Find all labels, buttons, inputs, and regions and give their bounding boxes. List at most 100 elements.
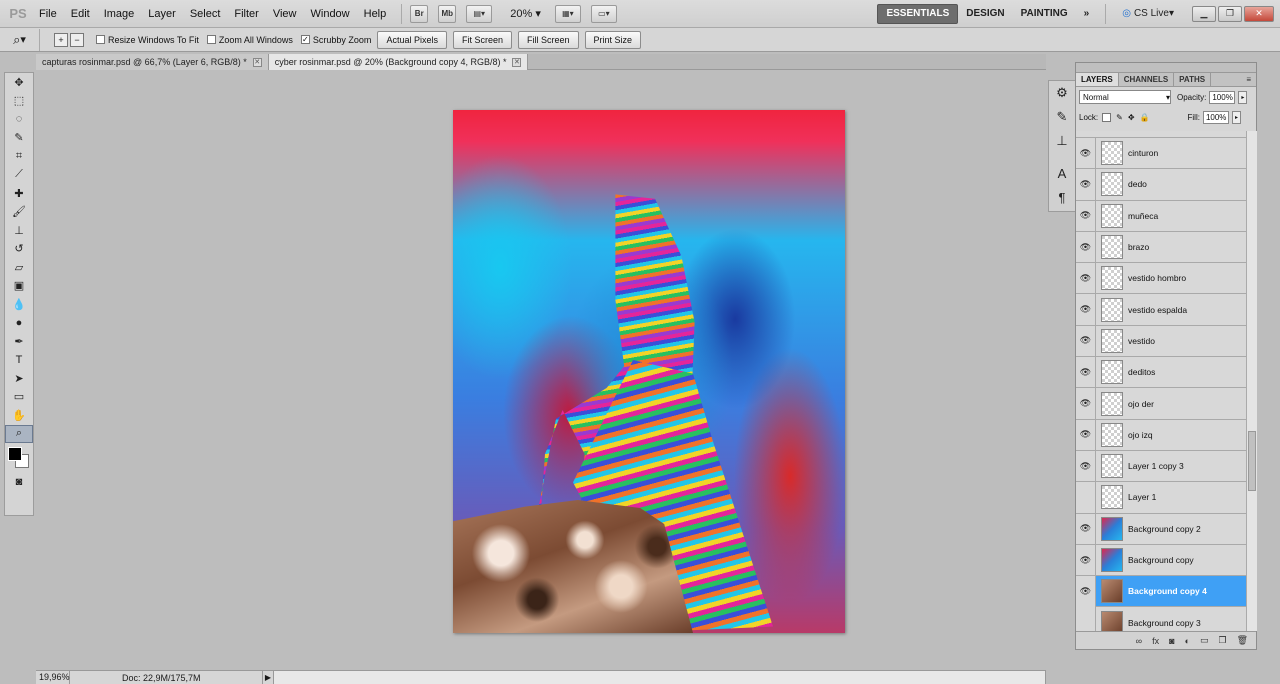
eraser-tool-icon[interactable]: ▱ xyxy=(5,258,33,277)
layer-row[interactable]: 👁 vestido hombro xyxy=(1076,262,1246,295)
foreground-color-swatch[interactable] xyxy=(8,447,22,461)
close-tab-icon[interactable]: ✕ xyxy=(252,57,262,67)
blend-mode-select[interactable]: Normal ▾ xyxy=(1079,90,1171,104)
minibridge-button[interactable]: Mb xyxy=(438,4,457,23)
pen-tool-icon[interactable]: ✒ xyxy=(5,332,33,351)
new-layer-icon[interactable]: ❐ xyxy=(1218,635,1226,646)
tab-capturas[interactable]: capturas rosinmar.psd @ 66,7% (Layer 6, … xyxy=(36,54,269,70)
close-tab-icon[interactable]: ✕ xyxy=(512,57,522,67)
horizontal-scrollbar[interactable] xyxy=(274,671,1046,684)
fit-screen-button[interactable]: Fit Screen xyxy=(452,30,512,49)
eye-icon[interactable]: 👁 xyxy=(1076,294,1096,326)
opacity-slider-arrow-icon[interactable]: ▸ xyxy=(1238,90,1248,104)
layer-row[interactable]: 👁 brazo xyxy=(1076,231,1246,264)
menu-help[interactable]: Help xyxy=(357,0,394,28)
actual-pixels-button[interactable]: Actual Pixels xyxy=(377,30,447,49)
document-canvas[interactable] xyxy=(453,110,845,633)
rectangle-tool-icon[interactable]: ▭ xyxy=(5,388,33,407)
menu-layer[interactable]: Layer xyxy=(141,0,183,28)
layer-style-icon[interactable]: fx xyxy=(1152,636,1159,646)
menu-view[interactable]: View xyxy=(266,0,304,28)
paragraph-panel-icon[interactable]: ¶ xyxy=(1049,185,1075,209)
layer-row[interactable]: 👁 Background copy 2 xyxy=(1076,513,1246,545)
workspace-more[interactable]: » xyxy=(1076,4,1098,24)
eye-icon[interactable]: 👁 xyxy=(1076,388,1096,420)
quick-selection-tool-icon[interactable]: ✎ xyxy=(5,129,33,148)
cs-live-button[interactable]: ◎ CS Live ▾ xyxy=(1114,4,1182,24)
lock-transparency-icon[interactable] xyxy=(1102,112,1112,122)
layer-row[interactable]: 👁 Layer 1 copy 3 xyxy=(1076,450,1246,483)
eye-icon[interactable]: 👁 xyxy=(1076,325,1096,357)
zoom-level-select[interactable]: 20% ▾ xyxy=(510,7,541,20)
marquee-tool-icon[interactable]: ⬚ xyxy=(5,92,33,111)
bridge-button[interactable]: Br xyxy=(410,4,429,23)
menu-window[interactable]: Window xyxy=(304,0,357,28)
type-tool-icon[interactable]: T xyxy=(5,351,33,370)
eye-icon[interactable]: 👁 xyxy=(1076,137,1096,169)
panel-menu-icon[interactable]: ≡ xyxy=(1241,73,1256,86)
eyedropper-tool-icon[interactable]: ⟋ xyxy=(5,166,33,185)
print-size-button[interactable]: Print Size xyxy=(584,30,642,49)
quick-mask-icon[interactable]: ◙ xyxy=(5,473,33,492)
layer-row[interactable]: 👁 cinturon xyxy=(1076,137,1246,170)
character-panel-icon[interactable]: A xyxy=(1049,161,1075,185)
layer-row[interactable]: 👁 deditos xyxy=(1076,356,1246,389)
menu-edit[interactable]: Edit xyxy=(64,0,97,28)
eye-icon[interactable]: 👁 xyxy=(1076,575,1096,607)
new-group-icon[interactable]: ▭ xyxy=(1200,635,1209,646)
restore-button[interactable]: ❐ xyxy=(1218,5,1242,22)
opacity-input[interactable]: 100% xyxy=(1209,90,1236,104)
menu-file[interactable]: File xyxy=(32,0,64,28)
link-layers-icon[interactable]: ∞ xyxy=(1136,636,1142,646)
tab-channels[interactable]: CHANNELS xyxy=(1119,73,1175,86)
eye-hidden-icon[interactable] xyxy=(1076,607,1096,631)
menu-filter[interactable]: Filter xyxy=(227,0,265,28)
fill-input[interactable]: 100% xyxy=(1202,110,1229,124)
canvas-area[interactable] xyxy=(36,70,1046,668)
add-mask-icon[interactable]: ◙ xyxy=(1169,636,1174,646)
layer-row[interactable]: 👁 ojo der xyxy=(1076,388,1246,420)
clone-source-icon[interactable]: ⊥ xyxy=(1049,129,1075,153)
menu-image[interactable]: Image xyxy=(97,0,142,28)
healing-brush-tool-icon[interactable]: ✚ xyxy=(5,184,33,203)
layer-row[interactable]: 👁 Background copy xyxy=(1076,544,1246,577)
tool-presets-icon[interactable]: ⚙ xyxy=(1049,81,1075,105)
layer-row[interactable]: 👁 vestido espalda xyxy=(1076,294,1246,326)
eye-icon[interactable]: 👁 xyxy=(1076,168,1096,200)
layer-row[interactable]: 👁 ojo izq xyxy=(1076,419,1246,451)
fill-slider-arrow-icon[interactable]: ▸ xyxy=(1231,110,1241,124)
status-zoom[interactable]: 19,96% xyxy=(36,671,70,684)
lock-pixels-icon[interactable]: ✎ xyxy=(1116,113,1123,122)
layer-row[interactable]: 👁 dedo xyxy=(1076,168,1246,201)
panel-header-bar[interactable] xyxy=(1076,63,1256,73)
eye-icon[interactable]: 👁 xyxy=(1076,200,1096,232)
screen-mode-button[interactable]: ▭▾ xyxy=(590,4,617,23)
tab-layers[interactable]: LAYERS xyxy=(1076,73,1119,86)
crop-tool-icon[interactable]: ⌗ xyxy=(5,147,33,166)
eye-icon[interactable]: 👁 xyxy=(1076,513,1096,545)
layers-scrollbar[interactable] xyxy=(1246,131,1257,631)
zoom-in-icon[interactable]: + xyxy=(54,32,68,47)
hand-tool-icon[interactable]: ✋ xyxy=(5,406,33,425)
eye-icon[interactable]: 👁 xyxy=(1076,231,1096,263)
clone-stamp-tool-icon[interactable]: ⊥ xyxy=(5,221,33,240)
path-selection-tool-icon[interactable]: ➤ xyxy=(5,369,33,388)
layer-row[interactable]: Background copy 3 xyxy=(1076,607,1246,631)
close-button[interactable]: ✕ xyxy=(1244,5,1274,22)
brush-tool-icon[interactable]: 🖌 xyxy=(5,203,33,222)
minimize-button[interactable]: ▁ xyxy=(1192,5,1216,22)
workspace-design[interactable]: DESIGN xyxy=(958,4,1012,24)
arrange-documents-button[interactable]: ▦▾ xyxy=(554,4,581,23)
resize-windows-checkbox[interactable]: Resize Windows To Fit xyxy=(96,35,199,45)
history-brush-tool-icon[interactable]: ↺ xyxy=(5,240,33,259)
scrollbar-thumb[interactable] xyxy=(1248,431,1256,491)
scrubby-zoom-checkbox[interactable]: ✓ Scrubby Zoom xyxy=(300,35,371,45)
fill-screen-button[interactable]: Fill Screen xyxy=(517,30,579,49)
eye-icon[interactable]: 👁 xyxy=(1076,419,1096,451)
lasso-tool-icon[interactable]: ◌ xyxy=(5,110,33,129)
layer-row[interactable]: 👁 muñeca xyxy=(1076,200,1246,232)
workspace-essentials[interactable]: ESSENTIALS xyxy=(877,3,959,24)
adjustment-layer-icon[interactable]: ◐ xyxy=(1185,636,1190,646)
eye-icon[interactable]: 👁 xyxy=(1076,356,1096,388)
eye-icon[interactable]: 👁 xyxy=(1076,262,1096,294)
